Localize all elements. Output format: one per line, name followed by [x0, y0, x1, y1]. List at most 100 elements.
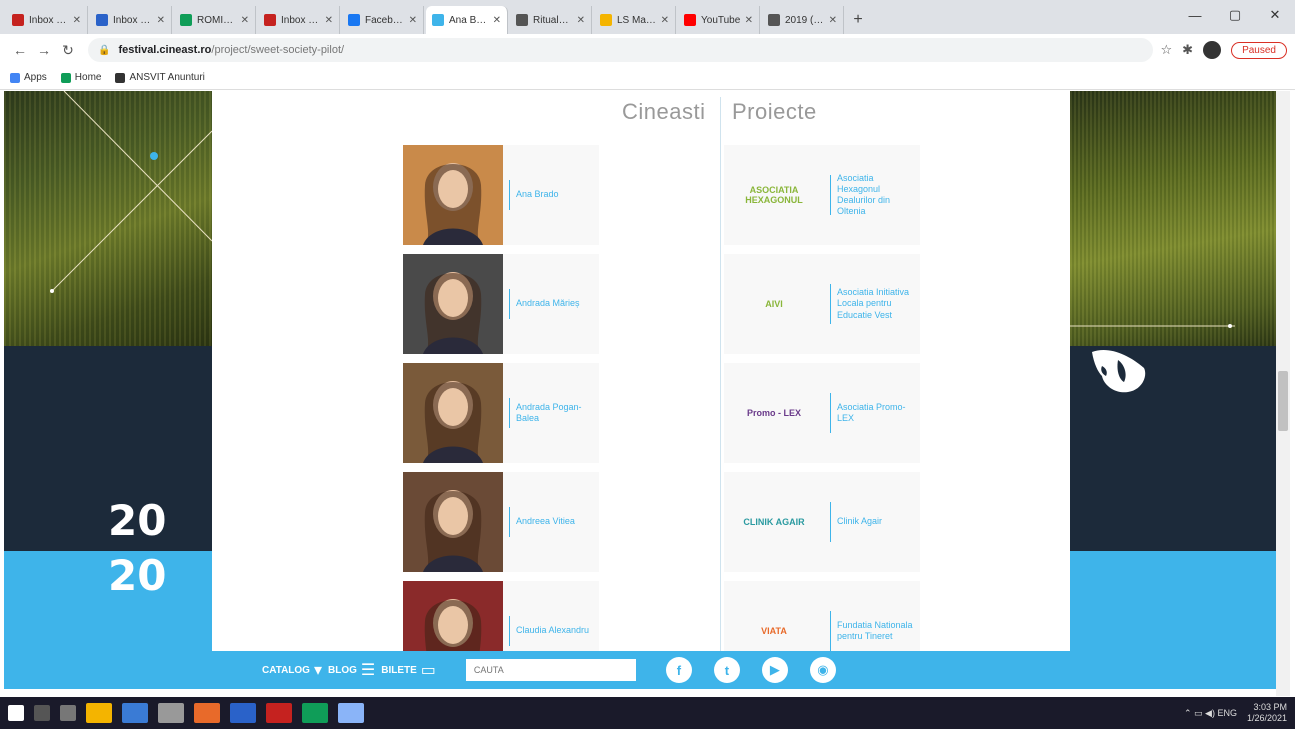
url-path: /project/sweet-society-pilot/ [211, 44, 345, 56]
proiect-logo[interactable]: Promo - LEX [724, 363, 824, 463]
proiect-name[interactable]: Fundatia Nationala pentru Tineret [837, 620, 917, 643]
bookmark-item[interactable]: Apps [10, 72, 47, 83]
proiect-logo[interactable]: CLINIK AGAIR [724, 472, 824, 572]
tab-close-icon[interactable]: ✕ [829, 15, 837, 26]
browser-tab[interactable]: ROMIT RECI ✕ [174, 6, 256, 34]
forward-button[interactable]: → [32, 38, 56, 62]
new-tab-button[interactable]: + [846, 6, 870, 34]
cineasti-heading: Cineasti [622, 99, 706, 124]
profile-avatar[interactable] [1203, 41, 1222, 59]
tab-title: Inbox (811) [29, 14, 69, 26]
tab-favicon-icon [432, 14, 444, 26]
bookmark-favicon-icon [10, 72, 20, 83]
browser-tab[interactable]: Rituals (1) ✕ [510, 6, 592, 34]
bookmark-item[interactable]: Home [60, 72, 101, 83]
scrollbar-thumb[interactable] [1278, 371, 1288, 431]
tab-close-icon[interactable]: ✕ [241, 15, 249, 26]
page-scrollbar[interactable] [1276, 91, 1290, 696]
tab-close-icon[interactable]: ✕ [409, 15, 417, 26]
cineast-photo[interactable] [403, 363, 503, 463]
crosshair-lines [50, 91, 212, 293]
chrome-taskbar-icon[interactable] [86, 703, 112, 723]
photos-taskbar-icon[interactable] [338, 703, 364, 723]
task-view-icon[interactable] [60, 705, 76, 721]
tray-icons[interactable]: ⌃ ▭ ◀) ENG [1184, 708, 1237, 719]
browser-tab[interactable]: Inbox (938) ✕ [90, 6, 172, 34]
file-explorer-icon[interactable] [122, 703, 148, 723]
browser-tab[interactable]: Facebook ✕ [342, 6, 424, 34]
proiect-logo[interactable]: ASOCIATIA HEXAGONUL [724, 145, 824, 245]
tab-close-icon[interactable]: ✕ [157, 15, 165, 26]
tab-close-icon[interactable]: ✕ [577, 15, 585, 26]
ticket-icon: ▭ [420, 662, 436, 679]
sync-paused-button[interactable]: Paused [1231, 41, 1287, 59]
reload-button[interactable]: ↻ [56, 38, 80, 62]
windows-taskbar: ⌃ ▭ ◀) ENG 3:03 PM 1/26/2021 [0, 697, 1295, 729]
word-taskbar-icon[interactable] [230, 703, 256, 723]
lock-icon: 🔒 [98, 44, 111, 56]
proiect-name[interactable]: Asociatia Hexagonul Dealurilor din Olten… [837, 173, 917, 218]
extensions-icon[interactable]: ✱ [1182, 42, 1193, 58]
browser-tab[interactable]: Ana Brado ✕ [426, 6, 508, 34]
browser-tab[interactable]: LS Mapfix ✕ [594, 6, 676, 34]
browser-tab[interactable]: Inbox (811) ✕ [6, 6, 88, 34]
search-icon[interactable] [34, 705, 50, 721]
windows-start-icon[interactable] [8, 705, 24, 721]
cineast-name[interactable]: Andrada Mărieș [516, 298, 580, 309]
nav-blog-label: BLOG [328, 664, 357, 676]
cineast-photo[interactable] [403, 145, 503, 245]
clock[interactable]: 3:03 PM 1/26/2021 [1247, 702, 1287, 724]
proiect-logo[interactable]: AIVI [724, 254, 824, 354]
app-taskbar-icon[interactable] [158, 703, 184, 723]
excel-taskbar-icon[interactable] [302, 703, 328, 723]
proiect-name[interactable]: Asociatia Initiativa Locala pentru Educa… [837, 287, 917, 321]
close-window-button[interactable]: ✕ [1255, 0, 1295, 30]
tab-close-icon[interactable]: ✕ [325, 15, 333, 26]
twitter-icon[interactable]: t [713, 657, 740, 683]
card-divider [830, 502, 831, 542]
instagram-icon[interactable]: ◉ [809, 657, 836, 683]
nav-catalog[interactable]: CATALOG ▾ [262, 660, 322, 680]
browser-tab[interactable]: YouTube ✕ [678, 6, 760, 34]
cineast-card[interactable]: Andreea Vitiea [403, 472, 599, 572]
cineast-photo[interactable] [403, 472, 503, 572]
cineast-card[interactable]: Andrada Pogan-Balea [403, 363, 599, 463]
proiect-card[interactable]: CLINIK AGAIR Clinik Agair [724, 472, 920, 572]
cineast-name[interactable]: Ana Brado [516, 189, 559, 200]
nav-blog[interactable]: BLOG ☰ [328, 660, 375, 680]
url-field[interactable]: 🔒 festival.cineast.ro /project/sweet-soc… [88, 38, 1153, 62]
opera-taskbar-icon[interactable] [266, 703, 292, 723]
bookmark-star-icon[interactable]: ☆ [1161, 42, 1173, 58]
cineast-card[interactable]: Ana Brado [403, 145, 599, 245]
bookmark-item[interactable]: ANSVIT Anunturi [115, 72, 205, 83]
proiect-name[interactable]: Clinik Agair [837, 516, 917, 527]
proiect-card[interactable]: AIVI Asociatia Initiativa Locala pentru E… [724, 254, 920, 354]
paint-taskbar-icon[interactable] [194, 703, 220, 723]
cineast-name[interactable]: Claudia Alexandru [516, 625, 589, 636]
search-input[interactable] [465, 659, 636, 681]
tab-close-icon[interactable]: ✕ [73, 15, 81, 26]
cineast-card[interactable]: Andrada Mărieș [403, 254, 599, 354]
tab-close-icon[interactable]: ✕ [493, 15, 501, 26]
back-button[interactable]: ← [8, 38, 32, 62]
cineast-name[interactable]: Andreea Vitiea [516, 516, 575, 527]
facebook-icon[interactable]: f [665, 657, 692, 683]
nav-bilete[interactable]: BILETE ▭ [381, 660, 436, 680]
browser-tab[interactable]: Inbox (977) ✕ [258, 6, 340, 34]
proiect-card[interactable]: Promo - LEX Asociatia Promo-LEX [724, 363, 920, 463]
youtube-icon[interactable]: ▶ [761, 657, 788, 683]
tab-favicon-icon [12, 14, 24, 26]
browser-tab[interactable]: 2019 (F) in ✕ [762, 6, 844, 34]
portrait-image [403, 363, 503, 463]
right-banner [1070, 91, 1276, 651]
cineast-photo[interactable] [403, 254, 503, 354]
minimize-button[interactable]: — [1175, 0, 1215, 30]
bookmarks-bar: Apps Home ANSVIT Anunturi [0, 66, 1295, 90]
maximize-button[interactable]: ▢ [1215, 0, 1255, 30]
cineast-name[interactable]: Andrada Pogan-Balea [516, 402, 599, 425]
proiect-logo-text: AIVI [765, 299, 783, 309]
tab-close-icon[interactable]: ✕ [745, 15, 753, 26]
tab-close-icon[interactable]: ✕ [661, 15, 669, 26]
proiect-card[interactable]: ASOCIATIA HEXAGONUL Asociatia Hexagonul D… [724, 145, 920, 245]
proiect-name[interactable]: Asociatia Promo-LEX [837, 402, 917, 425]
